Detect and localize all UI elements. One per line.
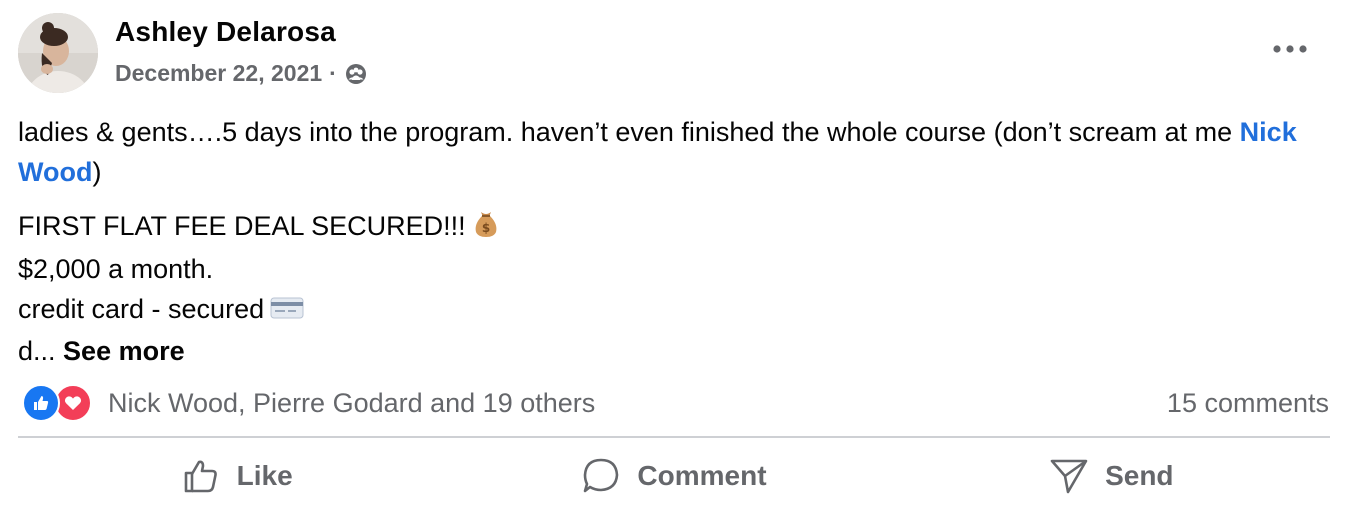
credit-card-icon — [270, 291, 304, 331]
see-more-link[interactable]: See more — [63, 336, 185, 366]
more-options-button[interactable] — [1266, 32, 1314, 66]
send-icon — [1050, 459, 1088, 494]
post-line-2: $2,000 a month. — [18, 254, 214, 285]
avatar-image — [18, 13, 98, 93]
action-bar: Like Comment Send — [18, 445, 1330, 507]
like-button[interactable]: Like — [18, 445, 455, 507]
send-label: Send — [1105, 460, 1174, 491]
paragraph-close: ) — [92, 157, 102, 187]
reaction-icons — [22, 384, 98, 422]
post-line-3: credit card - secured — [18, 289, 1330, 331]
friends-icon[interactable] — [344, 62, 368, 86]
post-body: ladies & gents….5 days into the program.… — [18, 112, 1330, 371]
line-3-text: credit card - secured — [18, 294, 265, 325]
send-button[interactable]: Send — [893, 445, 1330, 507]
feed-post: Ashley Delarosa December 22, 2021 · ladi… — [0, 0, 1348, 508]
post-date[interactable]: December 22, 2021 — [115, 60, 322, 87]
post-paragraph-1: ladies & gents….5 days into the program.… — [18, 112, 1330, 192]
post-paragraph-2: FIRST FLAT FEE DEAL SECURED!!! $ $2,000 a… — [18, 206, 1330, 371]
post-line-1: FIRST FLAT FEE DEAL SECURED!!! $ — [18, 206, 1330, 249]
avatar[interactable] — [18, 13, 98, 93]
svg-text:$: $ — [481, 221, 489, 235]
reaction-names[interactable]: Nick Wood, Pierre Godard and 19 others — [108, 388, 595, 419]
comment-label: Comment — [637, 460, 767, 491]
author-name[interactable]: Ashley Delarosa — [115, 16, 336, 48]
post-meta: December 22, 2021 · — [115, 60, 368, 87]
ellipsis-icon — [1273, 45, 1307, 53]
meta-separator: · — [329, 60, 337, 86]
comment-bubble-icon — [584, 458, 619, 493]
line-4-text: d... — [18, 336, 56, 367]
like-label: Like — [236, 460, 293, 491]
divider — [18, 436, 1330, 438]
reaction-summary[interactable]: Nick Wood, Pierre Godard and 19 others — [22, 384, 595, 422]
comment-button[interactable]: Comment — [455, 445, 892, 507]
post-line-4: d... See more — [18, 331, 1330, 371]
line-1-text: FIRST FLAT FEE DEAL SECURED!!! — [18, 211, 466, 241]
money-bag-icon: $ — [472, 206, 500, 249]
paragraph-text: ladies & gents….5 days into the program.… — [18, 117, 1240, 147]
like-reaction-icon — [22, 384, 60, 422]
thumbs-up-icon — [184, 460, 217, 493]
comment-count[interactable]: 15 comments — [1167, 388, 1329, 419]
